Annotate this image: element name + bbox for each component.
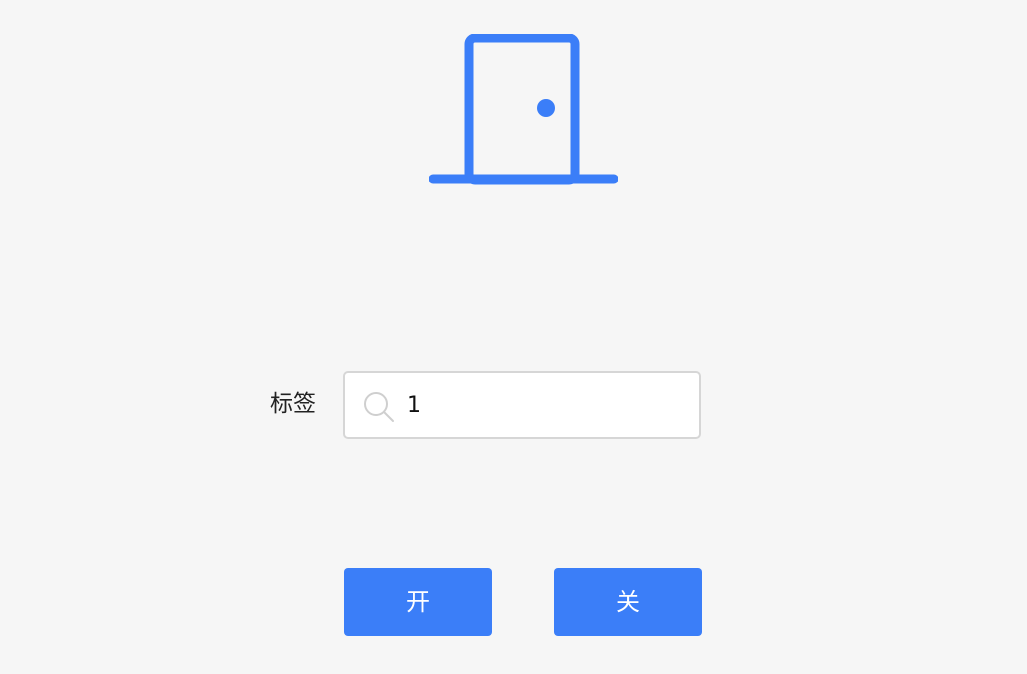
open-button[interactable]: 开 bbox=[344, 568, 492, 636]
door-control-panel: 标签 开 关 bbox=[0, 0, 1027, 674]
tag-input[interactable] bbox=[407, 383, 687, 427]
close-button[interactable]: 关 bbox=[554, 568, 702, 636]
tag-label: 标签 bbox=[270, 391, 316, 417]
door-icon bbox=[429, 34, 618, 185]
search-icon bbox=[364, 392, 394, 422]
tag-search-field[interactable] bbox=[343, 371, 701, 439]
